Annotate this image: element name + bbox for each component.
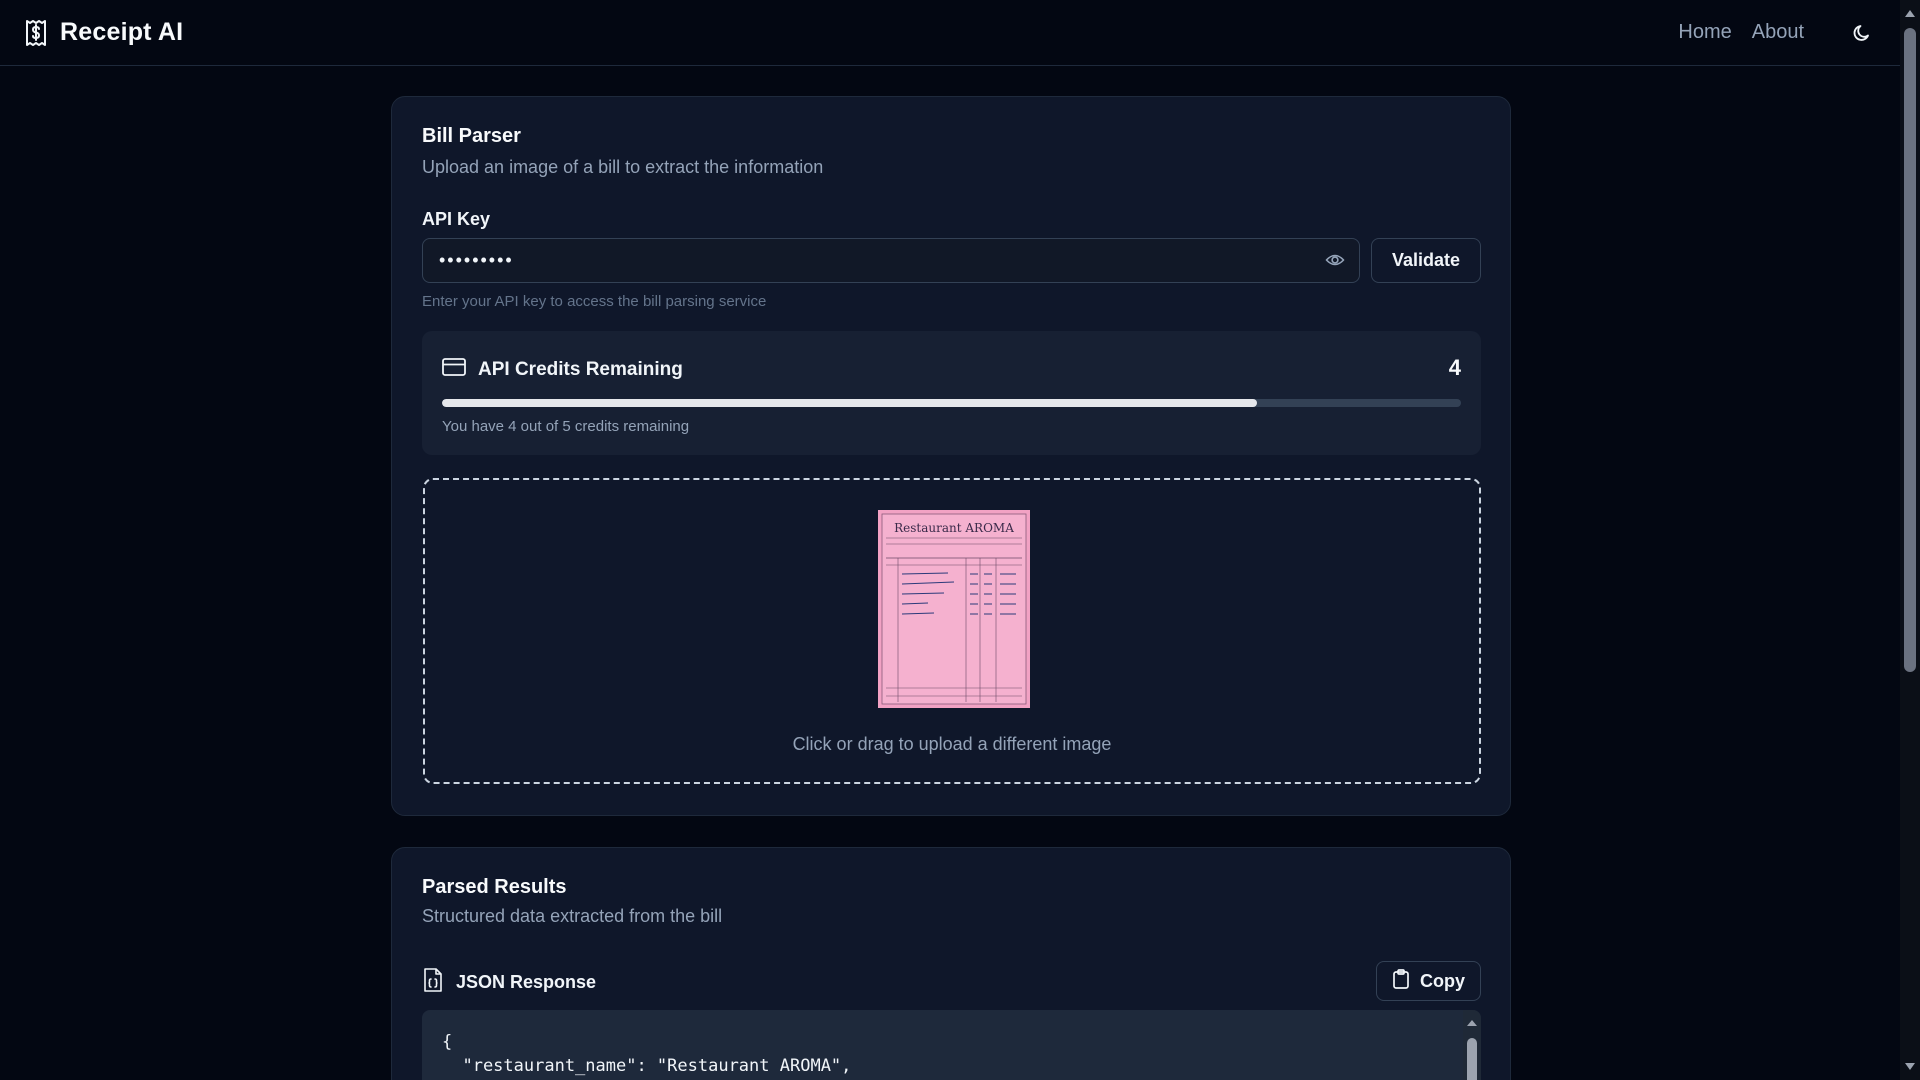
credits-note: You have 4 out of 5 credits remaining xyxy=(442,418,690,435)
json-response-title: JSON Response xyxy=(456,972,597,992)
nav-link-about[interactable]: About xyxy=(1752,21,1804,44)
scroll-thumb[interactable] xyxy=(1904,28,1916,672)
top-navbar: Receipt AI Home About xyxy=(0,0,1900,66)
scroll-up-arrow[interactable] xyxy=(1905,10,1915,17)
parsed-results-card: Parsed Results Structured data extracted… xyxy=(391,847,1511,1080)
eye-icon[interactable] xyxy=(1325,251,1347,271)
bill-parser-card: Bill Parser Upload an image of a bill to… xyxy=(391,96,1511,816)
credits-header: API Credits Remaining xyxy=(442,357,683,382)
image-dropzone[interactable]: Restaurant AROMA Click or drag to upload… xyxy=(423,478,1481,784)
page-scrollbar[interactable] xyxy=(1900,0,1920,1080)
copy-label: Copy xyxy=(1420,970,1465,991)
scroll-down-arrow[interactable] xyxy=(1905,1063,1915,1070)
credits-count: 4 xyxy=(1448,355,1461,380)
credits-panel: API Credits Remaining 4 You have 4 out o… xyxy=(422,331,1481,455)
card-description: Upload an image of a bill to extract the… xyxy=(422,157,824,177)
api-key-hint: Enter your API key to access the bill pa… xyxy=(422,293,767,310)
file-json-icon xyxy=(422,968,444,997)
card-title: Bill Parser xyxy=(422,125,521,147)
moon-icon[interactable] xyxy=(1848,19,1876,47)
json-header: JSON Response xyxy=(422,968,596,997)
credit-card-icon xyxy=(442,357,466,382)
credits-progress-fill xyxy=(442,399,1258,407)
dropzone-text: Click or drag to upload a different imag… xyxy=(792,734,1112,754)
copy-button[interactable]: Copy xyxy=(1376,961,1481,1001)
app-title: Receipt AI xyxy=(60,18,184,46)
nav-link-home[interactable]: Home xyxy=(1678,21,1731,44)
main-nav: Home About xyxy=(1678,19,1876,47)
code-scroll-thumb[interactable] xyxy=(1467,1038,1477,1080)
brand[interactable]: Receipt AI xyxy=(24,18,183,47)
code-line: "restaurant_name": "Restaurant AROMA", xyxy=(442,1056,852,1076)
results-description: Structured data extracted from the bill xyxy=(422,906,723,926)
receipt-heading: Restaurant AROMA xyxy=(894,521,1014,535)
code-scrollbar[interactable] xyxy=(1463,1010,1481,1080)
api-key-label: API Key xyxy=(422,209,491,229)
receipt-dollar-icon xyxy=(24,19,48,47)
json-code-block[interactable]: { "restaurant_name": "Restaurant AROMA", xyxy=(422,1010,1481,1080)
validate-button[interactable]: Validate xyxy=(1371,238,1481,283)
api-key-value: ••••••••• xyxy=(439,250,514,270)
clipboard-icon xyxy=(1392,968,1410,994)
results-title: Parsed Results xyxy=(422,876,567,898)
receipt-preview-image: Restaurant AROMA xyxy=(878,510,1030,708)
code-scroll-up-arrow[interactable] xyxy=(1467,1020,1477,1026)
api-key-input[interactable]: ••••••••• xyxy=(422,238,1360,283)
credits-title: API Credits Remaining xyxy=(478,358,683,380)
credits-progress-bar xyxy=(442,399,1461,407)
code-line: { xyxy=(442,1032,453,1052)
